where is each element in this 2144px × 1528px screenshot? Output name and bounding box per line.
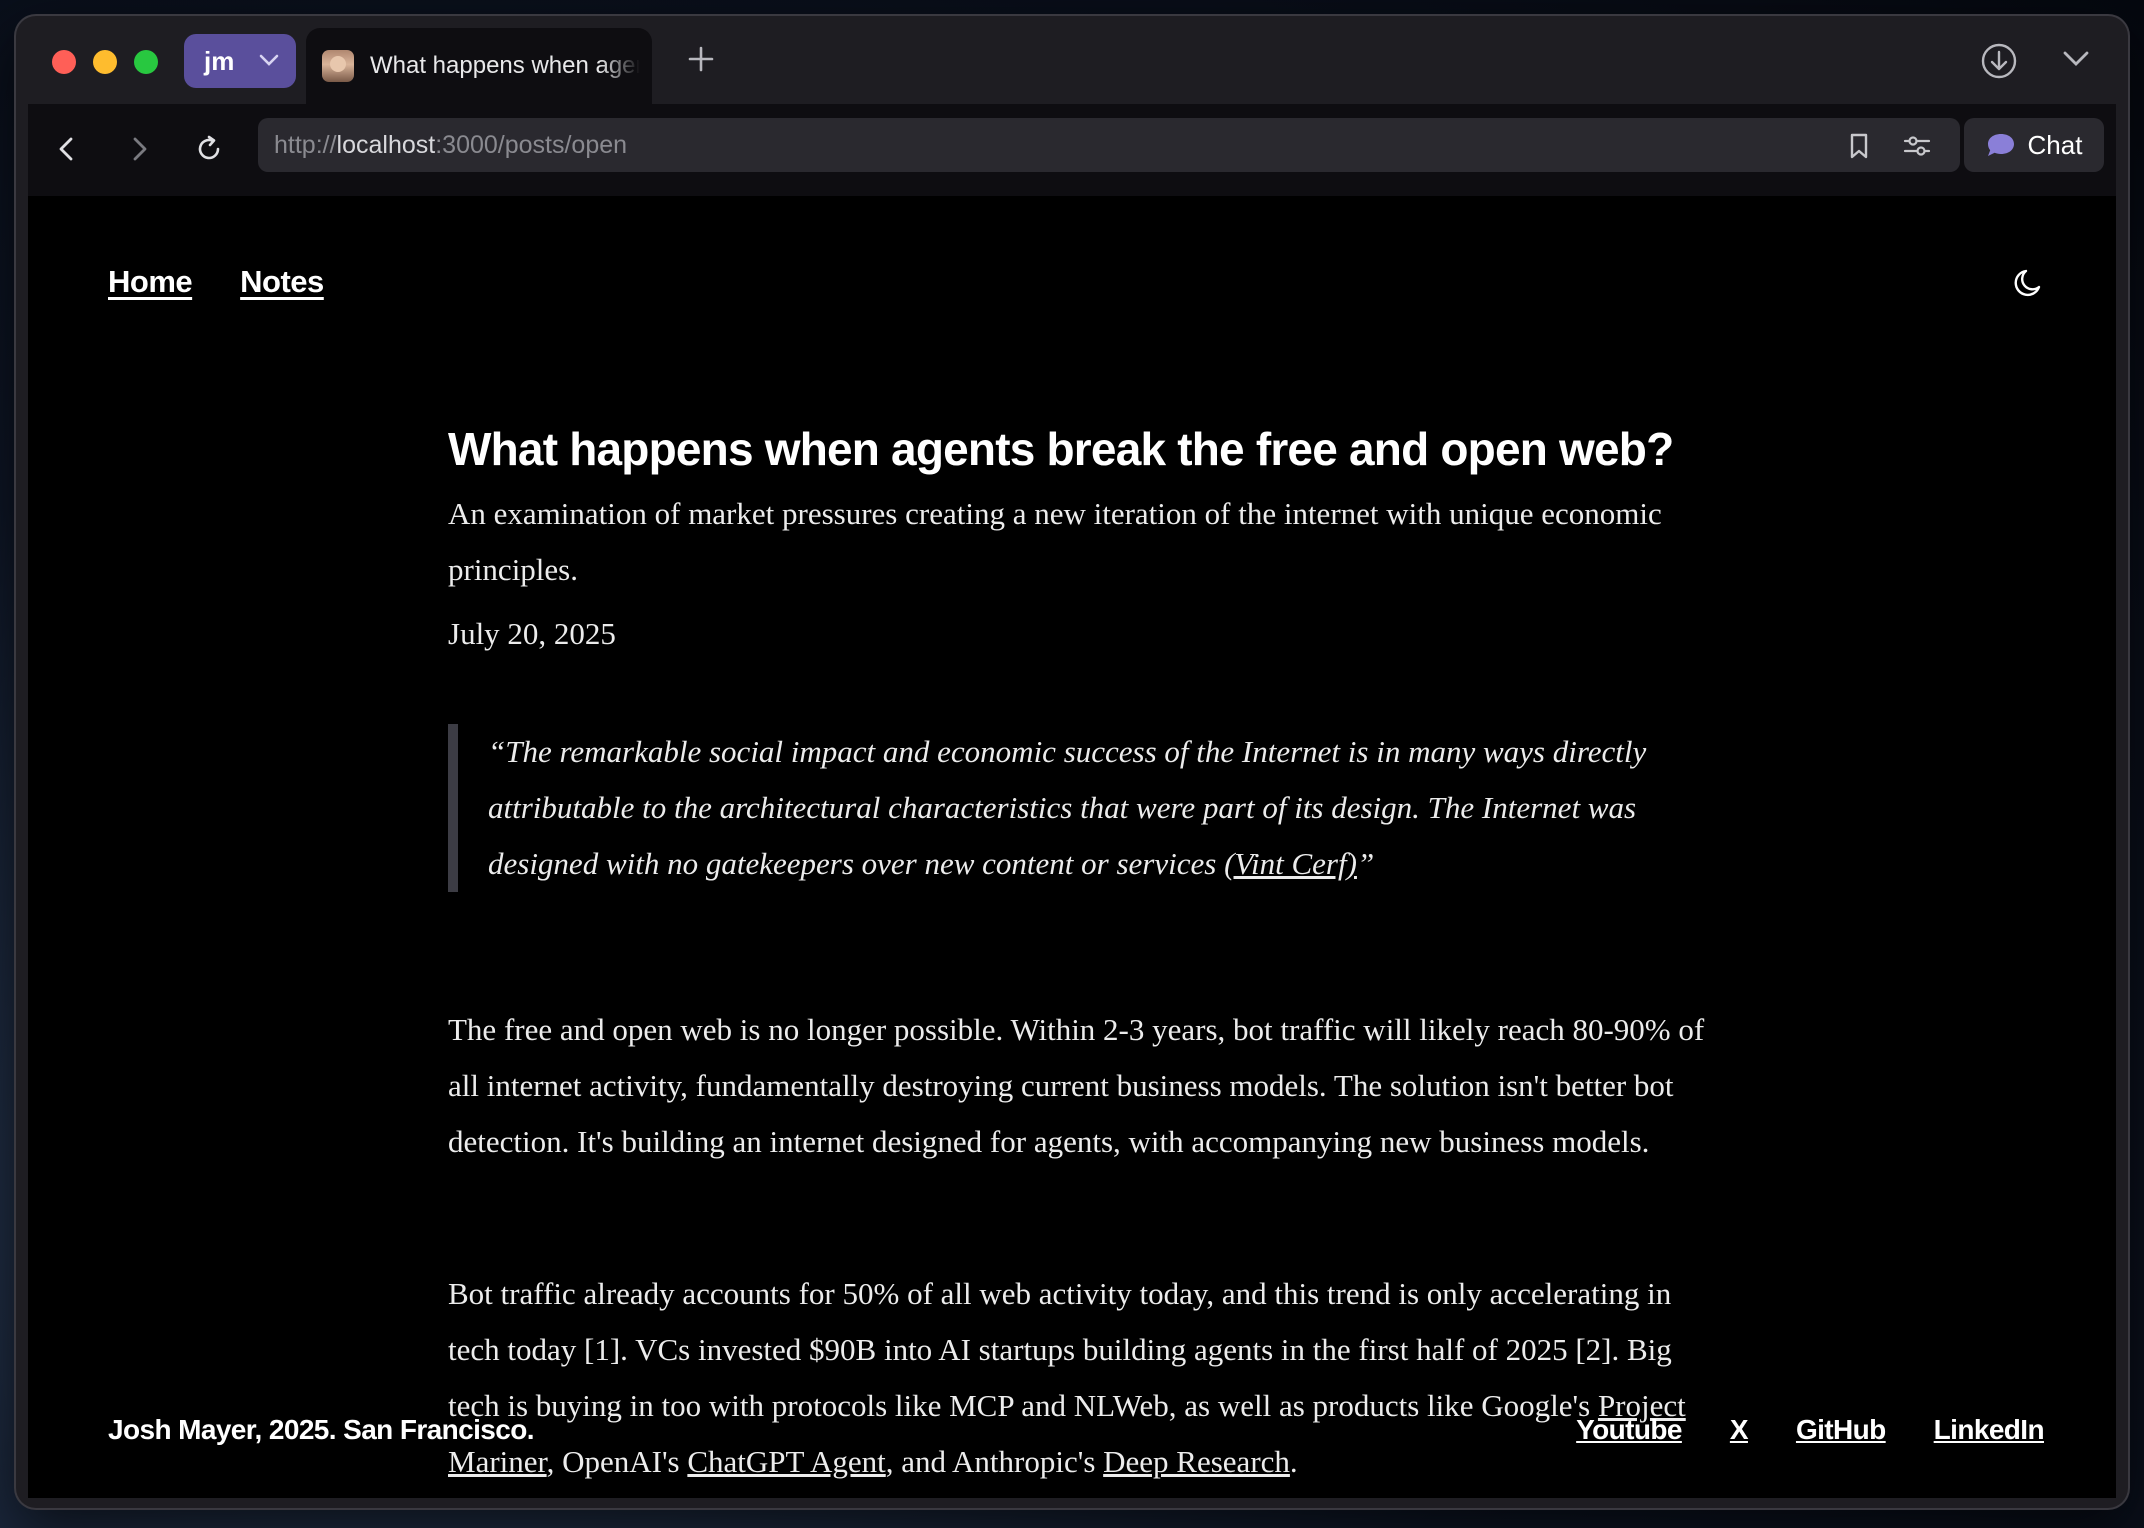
tab-list-chevron-icon[interactable]: [2062, 48, 2090, 68]
chevron-down-icon: [259, 54, 279, 66]
paragraph-text: , and Anthropic's: [885, 1444, 1104, 1479]
profile-button[interactable]: jm: [184, 34, 296, 88]
back-icon[interactable]: [52, 134, 82, 164]
forward-icon[interactable]: [124, 134, 154, 164]
paragraph: The free and open web is no longer possi…: [448, 1012, 1705, 1159]
active-tab[interactable]: What happens when agents break the free …: [306, 28, 652, 104]
plus-icon[interactable]: [686, 44, 716, 74]
close-window-button[interactable]: [52, 50, 76, 74]
paragraph: Bot traffic already accounts for 50% of …: [448, 1266, 1718, 1490]
minimize-window-button[interactable]: [93, 50, 117, 74]
quote-source-link[interactable]: (Vint Cerf): [1224, 846, 1357, 881]
zoom-window-button[interactable]: [134, 50, 158, 74]
sliders-icon[interactable]: [1902, 134, 1932, 158]
moon-icon[interactable]: [2012, 266, 2046, 300]
quote-text: “The remarkable social impact and econom…: [488, 734, 1647, 881]
reload-icon[interactable]: [194, 134, 224, 164]
tab-title: What happens when agents break the free …: [370, 52, 640, 79]
chat-bubble-icon: [1987, 134, 2014, 156]
footer-github-link[interactable]: GitHub: [1796, 1414, 1886, 1446]
footer-linkedin-link[interactable]: LinkedIn: [1934, 1414, 2045, 1446]
url-scheme: http://: [274, 130, 337, 159]
footer-credit: Josh Mayer, 2025. San Francisco.: [108, 1414, 535, 1445]
quote-close: ”: [1356, 846, 1375, 881]
footer-links: Youtube X GitHub LinkedIn: [1576, 1414, 2044, 1446]
paragraph-text: , OpenAI's: [546, 1444, 688, 1479]
web-page: Home Notes What happens when agents brea…: [28, 196, 2116, 1498]
url-path: :3000/posts/open: [435, 130, 628, 159]
navigation-bar: http://localhost:3000/posts/open Chat: [28, 104, 2116, 196]
site-nav: Home Notes: [108, 264, 324, 300]
url-host: localhost: [336, 130, 436, 159]
footer-youtube-link[interactable]: Youtube: [1576, 1414, 1682, 1446]
chatgpt-agent-link[interactable]: ChatGPT Agent: [687, 1444, 885, 1479]
deep-research-link[interactable]: Deep Research: [1103, 1444, 1290, 1479]
post-subtitle: An examination of market pressures creat…: [448, 496, 1662, 587]
chat-label: Chat: [2027, 129, 2083, 160]
post-title: What happens when agents break the free …: [448, 423, 1674, 475]
nav-notes-link[interactable]: Notes: [240, 264, 324, 300]
address-bar[interactable]: http://localhost:3000/posts/open: [258, 118, 1960, 172]
title-bar: jm What happens when agents break the fr…: [16, 16, 2128, 104]
post-quote: “The remarkable social impact and econom…: [448, 724, 1718, 892]
profile-label: jm: [204, 45, 235, 76]
paragraph-text: .: [1289, 1444, 1298, 1479]
paragraph-text: Bot traffic already accounts for 50% of …: [448, 1276, 1672, 1423]
bookmark-icon[interactable]: [1846, 132, 1872, 160]
post-date: July 20, 2025: [448, 616, 616, 651]
site-favicon: [322, 50, 354, 82]
chat-button[interactable]: Chat: [1964, 118, 2104, 172]
browser-window: jm What happens when agents break the fr…: [16, 16, 2128, 1508]
footer-x-link[interactable]: X: [1730, 1414, 1749, 1446]
download-icon[interactable]: [1980, 42, 2018, 80]
nav-home-link[interactable]: Home: [108, 264, 193, 300]
